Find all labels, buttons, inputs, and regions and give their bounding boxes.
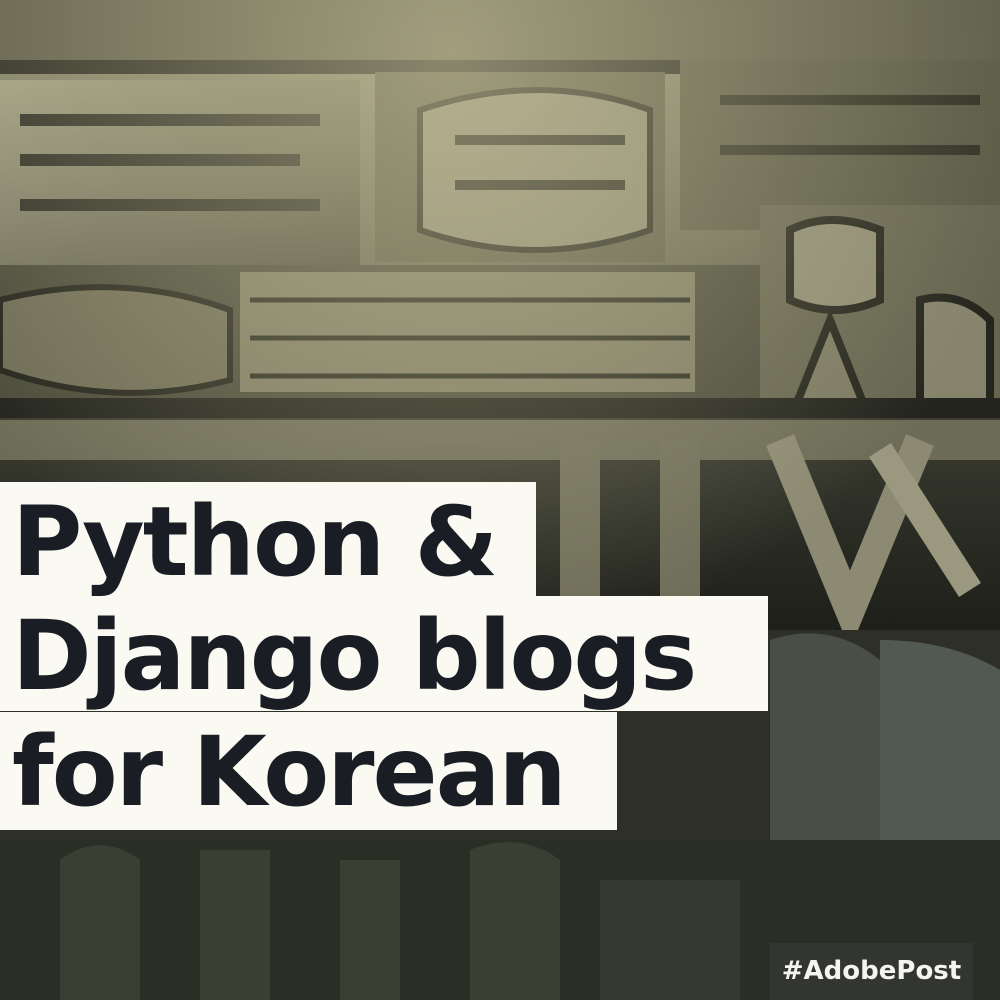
title-line-1: Python & — [0, 482, 536, 598]
hashtag-badge: #AdobePost — [770, 943, 973, 1000]
post-canvas: Python & Django blogs for Korean #AdobeP… — [0, 0, 1000, 1000]
title-line-2: Django blogs — [0, 596, 768, 712]
title-line-3: for Korean — [0, 712, 617, 830]
